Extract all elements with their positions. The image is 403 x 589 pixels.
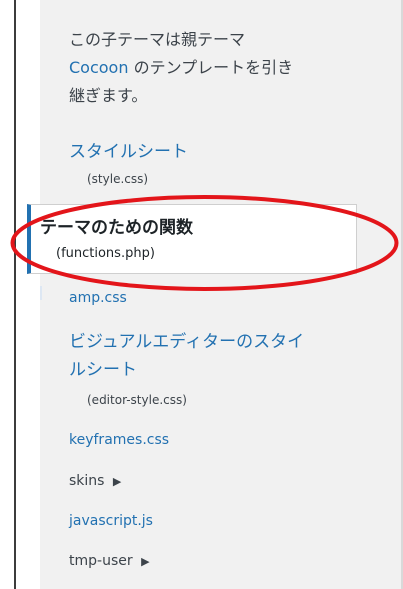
parent-theme-link[interactable]: Cocoon (69, 58, 128, 77)
intro-line2: のテンプレートを引き (128, 58, 294, 77)
row-hover-marker (40, 286, 42, 300)
file-item-amp-css[interactable]: amp.css (69, 290, 127, 306)
file-name-editor-style-line2: ルシート (69, 360, 137, 380)
folder-expand-arrow-icon: ▶ (112, 475, 122, 488)
folder-expand-arrow-icon: ▶ (141, 555, 150, 568)
file-name-editor-style-line1: ビジュアルエディターのスタイ (69, 332, 305, 352)
file-item-javascript-js[interactable]: javascript.js (69, 513, 153, 529)
theme-file-editor-page: この子テーマは親テーマ Cocoon のテンプレートを引き 継ぎます。 スタイル… (0, 0, 403, 589)
folder-item-skins[interactable]: skins ▶ (69, 473, 121, 489)
editor-left-border (14, 0, 16, 589)
file-item-keyframes-css[interactable]: keyframes.css (69, 432, 169, 448)
active-file-name: テーマのための関数 (40, 218, 193, 238)
file-item-style-css[interactable]: スタイルシート (69, 138, 188, 166)
active-file-sub: (functions.php) (56, 246, 155, 261)
file-item-editor-style-css[interactable]: ビジュアルエディターのスタイ ルシート (69, 328, 304, 384)
folder-name-tmp-user: tmp-user (69, 553, 133, 569)
folder-name-skins: skins (69, 473, 105, 489)
folder-item-tmp-user[interactable]: tmp-user ▶ (69, 553, 150, 569)
intro-line1: この子テーマは親テーマ (69, 30, 246, 49)
intro-line3: 継ぎます。 (69, 86, 148, 105)
theme-files-panel: この子テーマは親テーマ Cocoon のテンプレートを引き 継ぎます。 スタイル… (40, 0, 403, 589)
file-sub-editor-style-css: (editor-style.css) (87, 393, 187, 407)
child-theme-intro: この子テーマは親テーマ Cocoon のテンプレートを引き 継ぎます。 (69, 26, 369, 110)
file-sub-style-css: (style.css) (87, 172, 149, 186)
